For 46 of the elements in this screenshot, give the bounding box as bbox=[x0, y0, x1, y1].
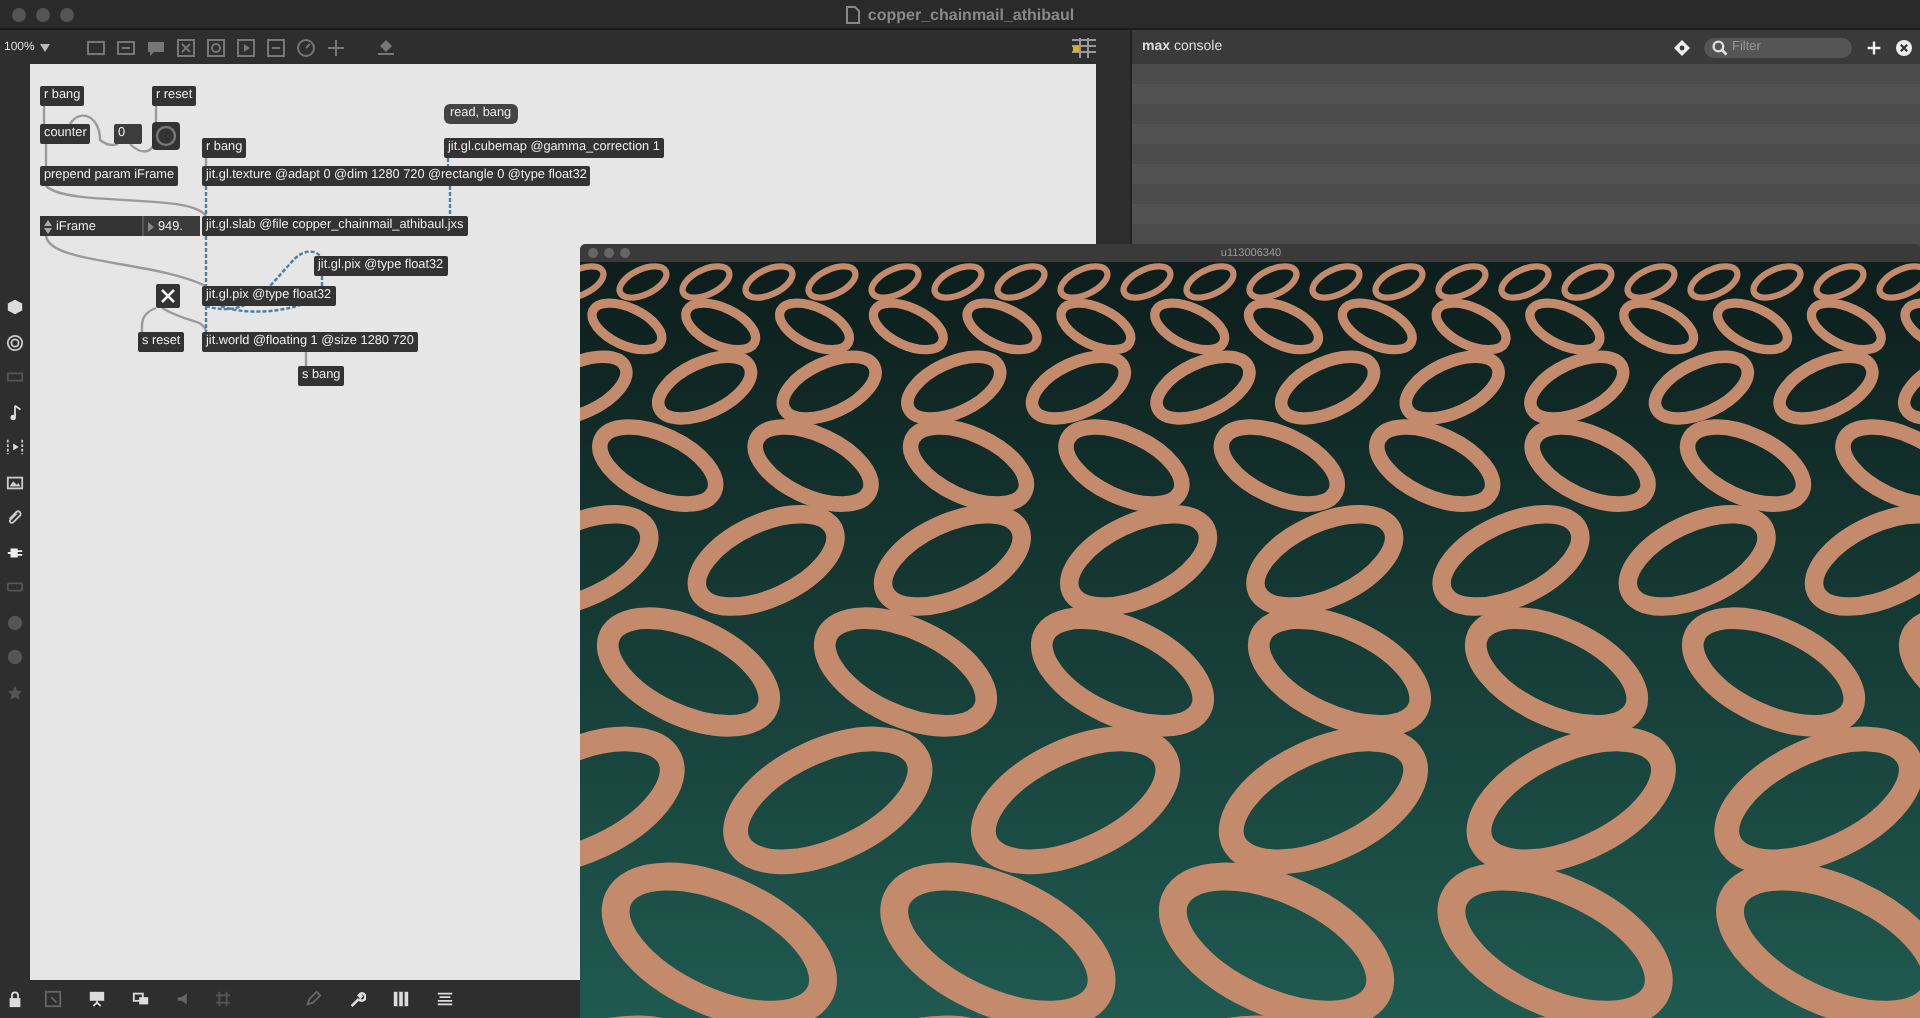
diamond-icon[interactable] bbox=[1674, 39, 1690, 55]
play-bracket-icon[interactable] bbox=[6, 438, 24, 456]
zoom-control[interactable] bbox=[620, 248, 630, 258]
music-note-icon[interactable] bbox=[6, 403, 24, 421]
toggle[interactable] bbox=[156, 284, 180, 308]
close-control[interactable] bbox=[588, 248, 598, 258]
object-box-icon[interactable] bbox=[116, 37, 137, 57]
cube-icon[interactable] bbox=[6, 298, 24, 316]
window-title: copper_chainmail_athibaul bbox=[867, 5, 1075, 23]
grid-icon[interactable] bbox=[1072, 37, 1096, 57]
slider-icon[interactable] bbox=[266, 37, 287, 57]
patch-cord bbox=[140, 306, 157, 333]
piano-icon[interactable] bbox=[392, 990, 410, 1008]
panel-icon[interactable] bbox=[6, 368, 24, 386]
comment-icon[interactable] bbox=[146, 37, 167, 57]
bang-icon[interactable] bbox=[206, 37, 227, 57]
plug-icon[interactable] bbox=[6, 543, 24, 561]
dial-icon[interactable] bbox=[296, 37, 317, 57]
caret-icon bbox=[40, 43, 51, 51]
search-icon bbox=[1712, 39, 1728, 55]
minimize-control[interactable] bbox=[36, 7, 50, 21]
windows-icon[interactable] bbox=[132, 990, 150, 1008]
select-box-icon[interactable] bbox=[44, 990, 62, 1008]
star-icon[interactable] bbox=[6, 683, 24, 701]
close-icon[interactable] bbox=[1896, 39, 1912, 55]
minimize-control[interactable] bbox=[604, 248, 614, 258]
target-icon[interactable] bbox=[6, 333, 24, 351]
toggle-icon[interactable] bbox=[176, 37, 197, 57]
paperclip-icon[interactable] bbox=[6, 508, 24, 526]
presentation-icon[interactable] bbox=[86, 37, 107, 57]
pencil-icon[interactable] bbox=[304, 990, 322, 1008]
triangle-icon bbox=[148, 221, 154, 231]
play-icon[interactable] bbox=[236, 37, 257, 57]
image-icon[interactable] bbox=[6, 473, 24, 491]
presentation-board-icon[interactable] bbox=[88, 990, 106, 1008]
bracket-icon[interactable] bbox=[6, 578, 24, 596]
wrench-icon[interactable] bbox=[348, 990, 366, 1008]
lock-icon[interactable] bbox=[6, 990, 24, 1008]
zoom-control[interactable] bbox=[60, 7, 74, 21]
stack-icon[interactable] bbox=[436, 990, 454, 1008]
patch-cord bbox=[129, 143, 156, 153]
close-control[interactable] bbox=[12, 7, 26, 21]
bang-button[interactable] bbox=[152, 122, 180, 150]
grid-dots-icon[interactable] bbox=[214, 990, 232, 1008]
updown-icon bbox=[44, 219, 52, 233]
document-icon bbox=[845, 5, 860, 23]
